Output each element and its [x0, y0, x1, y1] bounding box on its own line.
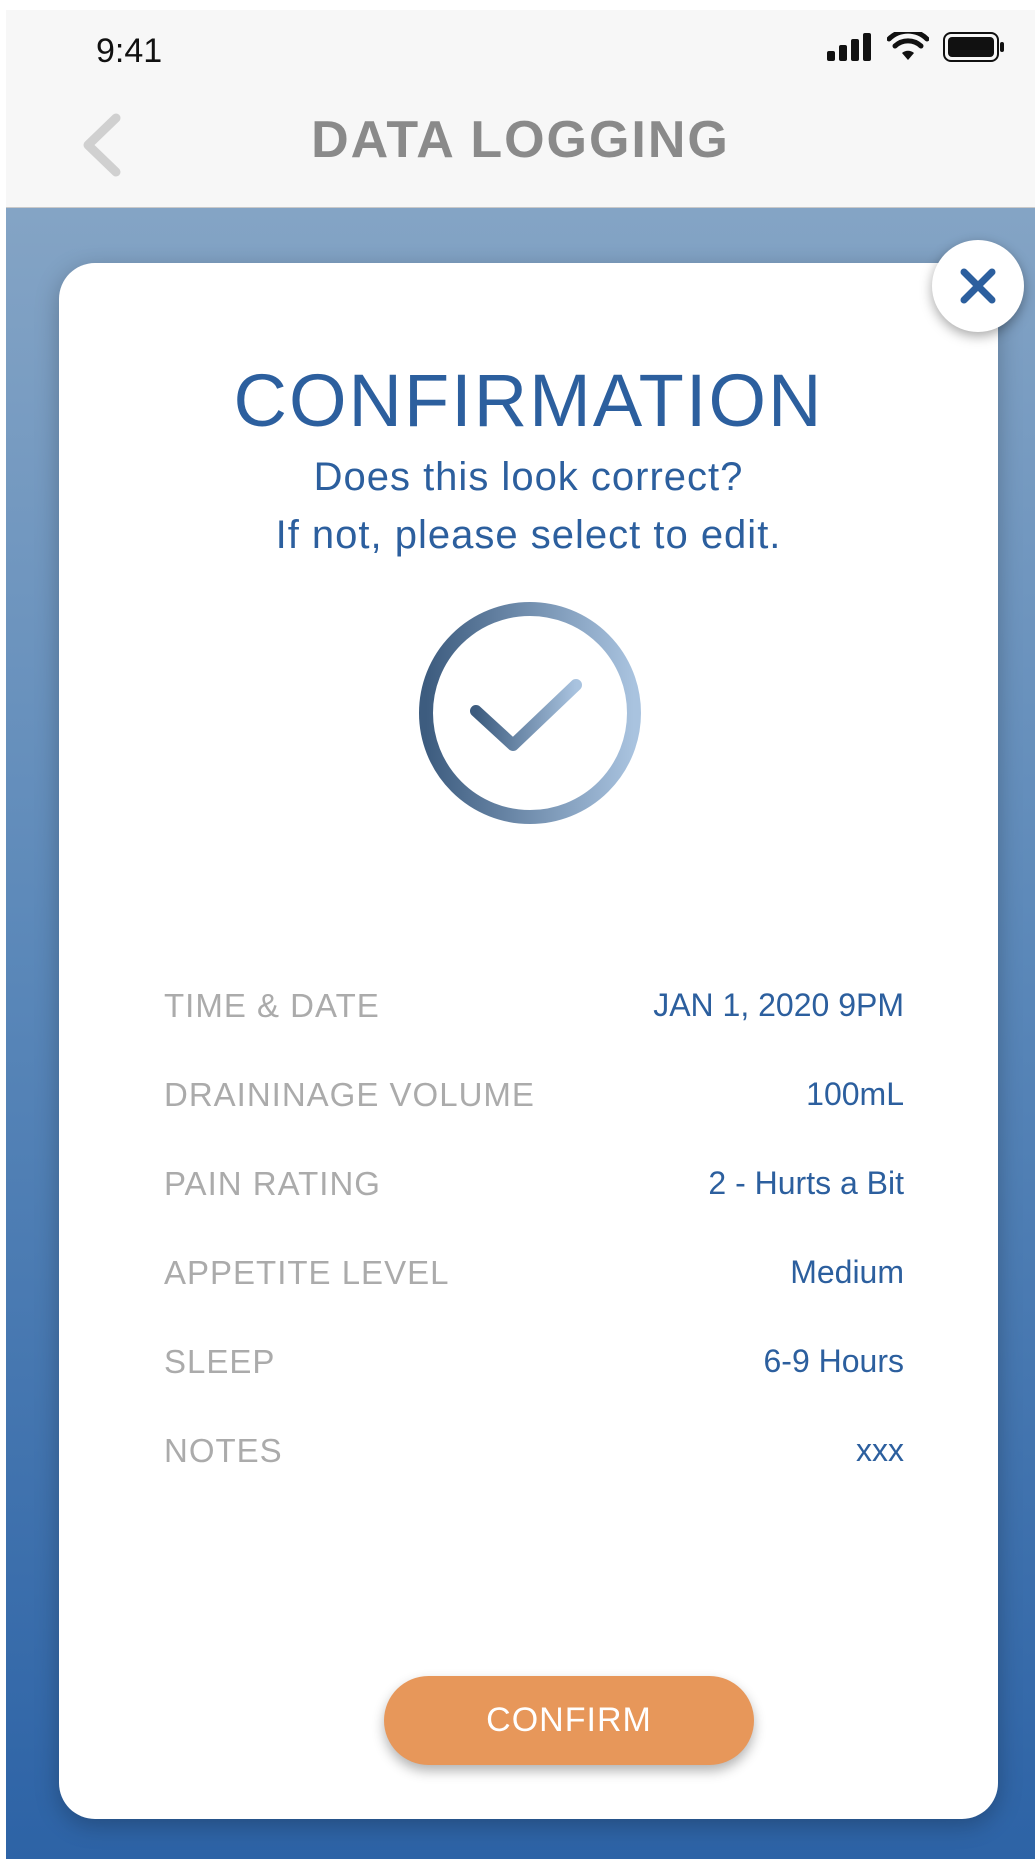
confirmation-modal: CONFIRMATION Does this look correct? If … — [59, 263, 998, 1819]
app-screen: 9:41 DATA LOGGING CONFIRMATION Does this… — [6, 10, 1035, 1859]
status-icons — [827, 32, 1005, 62]
confirm-button[interactable]: CONFIRM — [384, 1676, 754, 1765]
detail-value: 2 - Hurts a Bit — [708, 1165, 904, 1201]
modal-title: CONFIRMATION — [233, 359, 824, 442]
details-list: TIME & DATE JAN 1, 2020 9PM DRAININAGE V… — [164, 961, 904, 1495]
detail-row-drainage-volume[interactable]: DRAININAGE VOLUME 100mL — [164, 1050, 904, 1139]
modal-subtitle-line2: If not, please select to edit. — [275, 513, 782, 557]
status-time: 9:41 — [96, 32, 163, 70]
wifi-icon — [887, 32, 929, 60]
check-circle-icon — [419, 602, 641, 824]
detail-value: 6-9 Hours — [763, 1343, 905, 1379]
detail-row-pain-rating[interactable]: PAIN RATING 2 - Hurts a Bit — [164, 1139, 904, 1228]
detail-label: APPETITE LEVEL — [164, 1253, 450, 1291]
detail-label: SLEEP — [164, 1342, 276, 1380]
close-button[interactable] — [932, 240, 1024, 332]
page-title: DATA LOGGING — [311, 111, 730, 169]
detail-label: TIME & DATE — [164, 986, 380, 1024]
modal-subtitle-line1: Does this look correct? — [313, 455, 744, 499]
detail-value: 100mL — [806, 1076, 904, 1112]
detail-label: DRAININAGE VOLUME — [164, 1075, 535, 1113]
status-bar: 9:41 — [6, 10, 1035, 80]
detail-row-sleep[interactable]: SLEEP 6-9 Hours — [164, 1317, 904, 1406]
nav-bar: DATA LOGGING — [6, 80, 1035, 209]
battery-icon — [943, 32, 1004, 62]
close-icon — [960, 268, 996, 304]
detail-value: xxx — [856, 1432, 904, 1468]
detail-value: JAN 1, 2020 9PM — [653, 987, 904, 1023]
detail-label: NOTES — [164, 1431, 283, 1469]
detail-row-time-date[interactable]: TIME & DATE JAN 1, 2020 9PM — [164, 961, 904, 1050]
detail-label: PAIN RATING — [164, 1164, 381, 1202]
detail-value: Medium — [790, 1254, 904, 1290]
detail-row-notes[interactable]: NOTES xxx — [164, 1406, 904, 1495]
detail-row-appetite-level[interactable]: APPETITE LEVEL Medium — [164, 1228, 904, 1317]
signal-icon — [827, 33, 871, 61]
